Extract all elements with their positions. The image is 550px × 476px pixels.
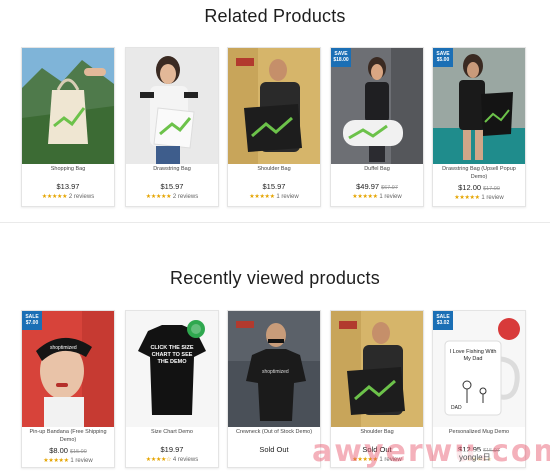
product-card[interactable]: Shoulder Bag $15.97 ★★★★★ 1 review (227, 47, 321, 207)
sale-badge: SALE $3.02 (433, 311, 453, 330)
product-price: $49.97 $67.97 (356, 181, 398, 191)
product-price: $15.97 (160, 181, 184, 191)
product-name[interactable]: Drawstring Bag (129, 166, 215, 174)
product-card[interactable]: SAVE $18.00 Duffel Bag $49.97 $67.97 ★★★★★… (330, 47, 424, 207)
product-image[interactable] (126, 48, 218, 164)
product-price: $12.00 $17.00 (458, 183, 500, 192)
star-icons: ★★★★★ (352, 193, 378, 200)
save-badge: SAVE $18.00 (331, 48, 351, 67)
sale-badge: SALE $7.00 (22, 311, 42, 330)
product-name[interactable]: Shoulder Bag (231, 166, 317, 174)
product-name[interactable]: Pin-up Bandana (Free Shipping Demo) (25, 429, 111, 444)
related-products-row: Shopping Bag $13.97 ★★★★★ 2 reviews Draw… (21, 47, 531, 207)
product-name[interactable]: Crewneck (Out of Stock Demo) (231, 429, 317, 437)
product-image[interactable]: SAVE $5.00 (433, 48, 525, 164)
product-card[interactable]: CLICK THE SIZE CHART TO SEE THE DEMO Siz… (125, 310, 219, 468)
star-icons: ★★★★★ (249, 193, 275, 200)
star-icons: ★★★★★ (41, 193, 68, 200)
svg-text:shoptimized: shoptimized (50, 345, 77, 351)
product-image[interactable]: SAVE $18.00 (331, 48, 423, 164)
compare-at-price: $17.00 (483, 186, 500, 192)
product-price: $13.97 (56, 181, 80, 191)
recently-viewed-heading: Recently viewed products (170, 268, 380, 288)
product-rating: ★★★★★ 1 review (454, 195, 504, 201)
product-rating: ★★★★★ 1 review (249, 193, 299, 200)
product-rating: ★★★★★ 1 review (43, 458, 93, 464)
product-image[interactable] (22, 48, 114, 164)
product-name[interactable]: Size Chart Demo (129, 429, 215, 437)
product-price: $8.00 $15.00 (49, 446, 87, 455)
product-price: $15.97 (262, 181, 286, 191)
section-divider (0, 222, 550, 223)
compare-at-price: $15.00 (69, 449, 87, 455)
product-image[interactable]: CLICK THE SIZE CHART TO SEE THE DEMO (126, 311, 218, 427)
product-rating: ★★★★★ 1 review (352, 193, 402, 200)
star-icons: ★★★★★ (145, 193, 172, 200)
star-icons: ★★★★★ (454, 195, 480, 201)
product-image[interactable]: I Love Fishing With My Dad DAD SALE $3.02 (433, 311, 525, 427)
product-card[interactable]: shoptimized Crewneck (Out of Stock Demo)… (227, 310, 321, 468)
product-image[interactable]: shoptimized (228, 311, 320, 427)
product-rating: ★★★★★ 2 reviews (145, 193, 199, 200)
product-card[interactable]: SAVE $5.00 Drawstring Bag (Upsell Popup D… (432, 47, 526, 207)
star-icons: ★★★★☆ (145, 456, 172, 463)
product-card[interactable]: shoptimized SALE $7.00 Pin-up Bandana (Fr… (21, 310, 115, 468)
product-image[interactable] (331, 311, 423, 427)
tshirt-print-text: CLICK THE SIZE CHART TO SEE THE DEMO (150, 345, 194, 365)
product-image[interactable] (228, 48, 320, 164)
product-rating: ★★★★☆ 4 reviews (145, 456, 199, 463)
product-name[interactable]: Shopping Bag (25, 166, 111, 174)
compare-at-price: $67.97 (381, 184, 398, 191)
mug-dad-label: DAD (451, 405, 462, 411)
product-card[interactable]: Drawstring Bag $15.97 ★★★★★ 2 reviews (125, 47, 219, 207)
product-card[interactable]: Shopping Bag $13.97 ★★★★★ 2 reviews (21, 47, 115, 207)
star-icons: ★★★★★ (43, 458, 69, 464)
product-rating: ★★★★★ 2 reviews (41, 193, 95, 200)
product-name[interactable]: Duffel Bag (334, 166, 420, 174)
product-name[interactable]: Drawstring Bag (Upsell Popup Demo) (436, 166, 522, 181)
related-products-heading: Related Products (204, 6, 346, 26)
save-badge: SAVE $5.00 (433, 48, 453, 67)
product-image[interactable]: shoptimized SALE $7.00 (22, 311, 114, 427)
product-price: $19.97 (160, 444, 184, 454)
wechat-watermark: yongle日 (456, 451, 494, 464)
svg-text:shoptimized: shoptimized (262, 369, 289, 375)
mug-print-text: I Love Fishing With My Dad (449, 349, 497, 362)
product-price: Sold Out (259, 444, 289, 454)
